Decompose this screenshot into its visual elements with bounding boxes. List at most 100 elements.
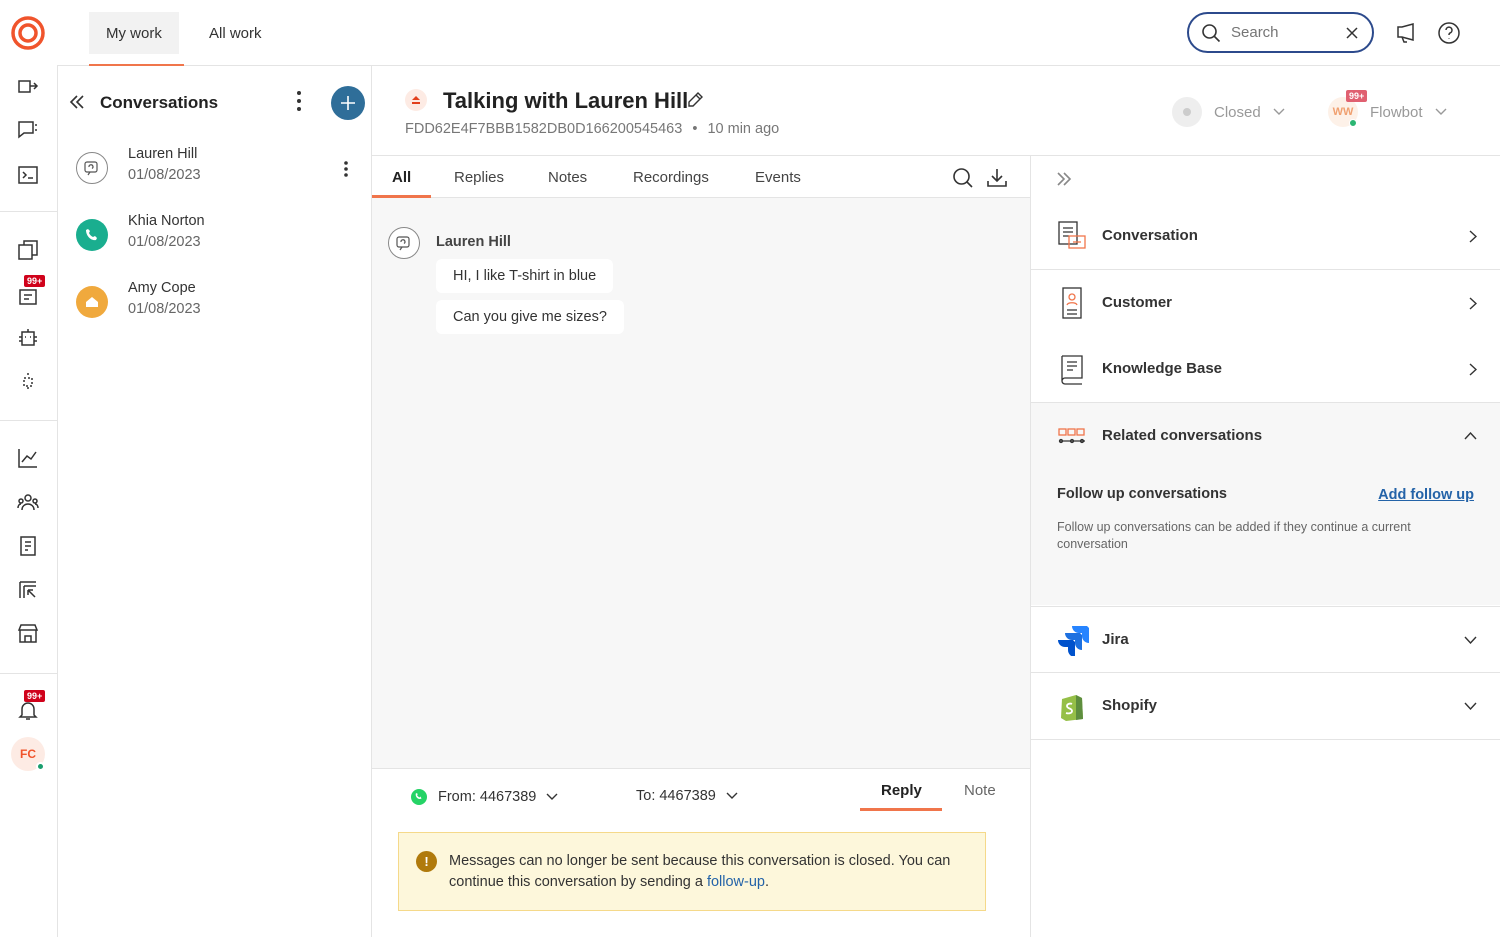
tab-my-work[interactable]: My work <box>89 12 179 54</box>
online-status-dot <box>36 762 45 771</box>
to-number: To: 4467389 <box>636 788 716 804</box>
help-icon[interactable] <box>1437 21 1461 45</box>
conversation-item-lauren-hill[interactable]: Lauren Hill 01/08/2023 <box>58 136 371 202</box>
chevron-down-icon <box>1464 702 1477 710</box>
closed-conversation-alert: ! Messages can no longer be sent because… <box>398 832 986 911</box>
message-bubble: Can you give me sizes? <box>436 300 624 334</box>
section-shopify[interactable]: Shopify <box>1031 673 1500 740</box>
expand-panel-icon[interactable] <box>1055 171 1073 187</box>
section-jira[interactable]: Jira <box>1031 606 1500 673</box>
shopify-icon <box>1057 690 1087 722</box>
section-knowledge-base[interactable]: Knowledge Base <box>1031 336 1500 403</box>
conversation-date: 01/08/2023 <box>128 167 201 183</box>
collapse-panel-icon[interactable] <box>68 94 86 110</box>
status-icon <box>1172 97 1202 127</box>
section-label: Shopify <box>1102 697 1157 714</box>
conversation-more-icon[interactable] <box>343 160 349 178</box>
analytics-icon[interactable] <box>14 444 42 472</box>
more-options-icon[interactable] <box>296 90 302 112</box>
user-avatar[interactable]: FC <box>11 737 45 771</box>
outbox-icon[interactable] <box>14 74 42 102</box>
follow-up-link[interactable]: follow-up <box>707 874 765 890</box>
tab-all[interactable]: All <box>392 169 411 186</box>
chevron-down-icon <box>1435 108 1447 116</box>
chat-icon[interactable] <box>14 116 42 144</box>
app-logo[interactable] <box>11 16 45 50</box>
conversation-item-khia-norton[interactable]: Khia Norton 01/08/2023 <box>58 203 371 269</box>
agent-initials: WW <box>1332 106 1354 118</box>
details-panel: Conversation Customer Knowledge Base Rel… <box>1030 156 1500 937</box>
conversations-panel: Conversations Lauren Hill 01/08/2023 Khi… <box>57 66 372 937</box>
priority-icon <box>405 89 427 111</box>
conversation-header: Talking with Lauren Hill FDD62E4F7BBB158… <box>372 66 1500 156</box>
conversation-time: 10 min ago <box>707 121 780 137</box>
section-related-conversations[interactable]: Related conversations <box>1031 403 1500 470</box>
terminal-icon[interactable] <box>14 161 42 189</box>
conversation-tabs: All Replies Notes Recordings Events <box>372 156 1030 198</box>
document-icon[interactable] <box>14 532 42 560</box>
agent-name: Flowbot <box>1370 103 1423 121</box>
left-rail: 99+ 99+ FC <box>0 0 57 937</box>
chat-channel-icon <box>76 152 108 184</box>
from-number-dropdown[interactable]: From: 4467389 <box>410 788 558 806</box>
customer-section-icon <box>1057 287 1087 319</box>
conversation-item-amy-cope[interactable]: Amy Cope 01/08/2023 <box>58 270 371 336</box>
agent-status-dot <box>1349 119 1357 127</box>
section-label: Related conversations <box>1102 427 1263 444</box>
conversation-name: Amy Cope <box>128 280 196 296</box>
related-conversations-icon <box>1057 420 1087 452</box>
download-icon[interactable] <box>986 167 1008 189</box>
tab-note[interactable]: Note <box>964 782 996 799</box>
section-label: Conversation <box>1102 227 1198 244</box>
copy-icon[interactable] <box>14 236 42 264</box>
conversation-view: Talking with Lauren Hill FDD62E4F7BBB158… <box>372 66 1500 937</box>
status-label: Closed <box>1214 103 1261 121</box>
web-channel-icon <box>76 286 108 318</box>
announcements-icon[interactable] <box>1395 21 1419 45</box>
tab-events[interactable]: Events <box>755 169 801 186</box>
flow-icon[interactable] <box>14 368 42 396</box>
meta-separator: • <box>692 121 698 137</box>
user-initials: FC <box>20 747 36 761</box>
tab-reply[interactable]: Reply <box>881 782 922 799</box>
section-label: Jira <box>1102 631 1129 648</box>
conversations-title: Conversations <box>100 93 219 112</box>
bot-icon[interactable] <box>14 324 42 352</box>
to-number-dropdown[interactable]: To: 4467389 <box>636 788 738 804</box>
conversation-title: Talking with Lauren Hill <box>443 88 689 113</box>
conversation-section-icon <box>1057 220 1087 252</box>
reply-tab-indicator <box>860 808 942 811</box>
jira-icon <box>1057 624 1089 656</box>
section-label: Customer <box>1102 294 1173 311</box>
whatsapp-icon <box>410 788 428 806</box>
conversation-date: 01/08/2023 <box>128 301 201 317</box>
message-bubble: HI, I like T-shirt in blue <box>436 259 614 293</box>
section-conversation[interactable]: Conversation <box>1031 203 1500 270</box>
conversation-date: 01/08/2023 <box>128 234 201 250</box>
assignee-dropdown[interactable]: WW 99+ Flowbot <box>1328 90 1447 127</box>
chevron-right-icon <box>1469 363 1477 376</box>
customer-avatar <box>388 227 420 259</box>
search-box[interactable] <box>1187 12 1374 53</box>
tab-replies[interactable]: Replies <box>454 169 504 186</box>
select-icon[interactable] <box>14 576 42 604</box>
team-icon[interactable] <box>14 488 42 516</box>
follow-up-title: Follow up conversations <box>1057 486 1227 502</box>
clear-search-icon[interactable] <box>1345 26 1359 40</box>
warning-icon: ! <box>416 851 437 872</box>
phone-channel-icon <box>76 219 108 251</box>
tab-notes[interactable]: Notes <box>548 169 587 186</box>
tab-all-work[interactable]: All work <box>192 12 279 54</box>
alert-period: . <box>764 874 770 890</box>
add-conversation-button[interactable] <box>331 86 365 120</box>
edit-title-icon[interactable] <box>686 91 704 109</box>
store-icon[interactable] <box>14 619 42 647</box>
add-follow-up-link[interactable]: Add follow up <box>1378 487 1474 503</box>
section-customer[interactable]: Customer <box>1031 270 1500 337</box>
search-messages-icon[interactable] <box>952 167 974 189</box>
tab-recordings[interactable]: Recordings <box>633 169 709 186</box>
status-dropdown[interactable]: Closed <box>1172 97 1285 127</box>
active-tab-indicator <box>372 195 431 198</box>
search-input[interactable] <box>1231 24 1341 41</box>
composer: From: 4467389 To: 4467389 Reply Note ! M… <box>372 768 1030 937</box>
